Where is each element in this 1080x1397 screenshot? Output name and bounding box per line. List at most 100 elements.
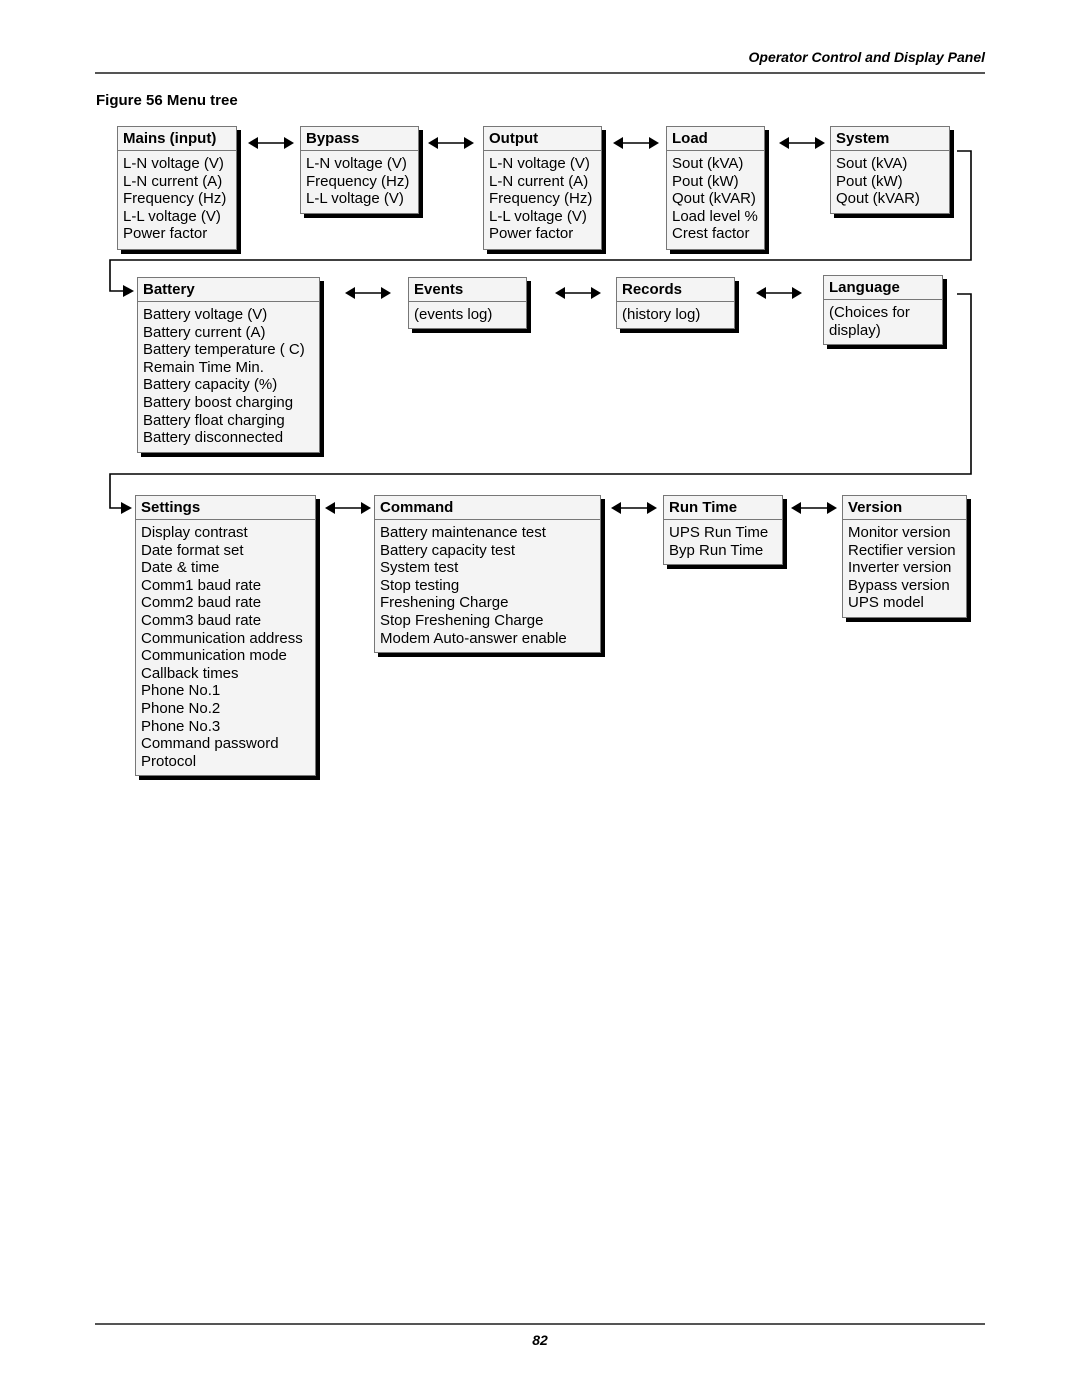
menu-runtime-title: Run Time <box>664 496 782 520</box>
menu-settings[interactable]: Settings Display contrast Date format se… <box>135 495 316 776</box>
figure-title: Figure 56 Menu tree <box>96 92 238 109</box>
menu-item[interactable]: Remain Time Min. <box>143 359 314 377</box>
menu-item[interactable]: Battery voltage (V) <box>143 306 314 324</box>
menu-system-title: System <box>831 127 949 151</box>
menu-command[interactable]: Command Battery maintenance test Battery… <box>374 495 601 653</box>
menu-item[interactable]: (events log) <box>414 306 521 324</box>
menu-bypass-title: Bypass <box>301 127 418 151</box>
menu-item[interactable]: UPS Run Time <box>669 524 777 542</box>
menu-item[interactable]: Battery capacity (%) <box>143 376 314 394</box>
menu-load[interactable]: Load Sout (kVA) Pout (kW) Qout (kVAR) Lo… <box>666 126 765 250</box>
menu-item[interactable]: Battery current (A) <box>143 324 314 342</box>
menu-item[interactable]: Battery maintenance test <box>380 524 595 542</box>
menu-item[interactable]: Qout (kVAR) <box>672 190 759 208</box>
menu-item[interactable]: System test <box>380 559 595 577</box>
menu-item[interactable]: Power factor <box>489 225 596 243</box>
menu-item[interactable]: Phone No.2 <box>141 700 310 718</box>
double-arrow-icon <box>345 287 391 299</box>
menu-item[interactable]: Rectifier version <box>848 542 961 560</box>
menu-item[interactable]: (history log) <box>622 306 729 324</box>
menu-item[interactable]: Pout (kW) <box>672 173 759 191</box>
menu-mains[interactable]: Mains (input) L-N voltage (V) L-N curren… <box>117 126 237 250</box>
menu-item[interactable]: Byp Run Time <box>669 542 777 560</box>
menu-language-title: Language <box>824 276 942 300</box>
menu-item[interactable]: L-N voltage (V) <box>123 155 231 173</box>
menu-item[interactable]: Sout (kVA) <box>672 155 759 173</box>
menu-output[interactable]: Output L-N voltage (V) L-N current (A) F… <box>483 126 602 250</box>
menu-item[interactable]: Battery disconnected <box>143 429 314 447</box>
menu-item[interactable]: Phone No.3 <box>141 718 310 736</box>
menu-system[interactable]: System Sout (kVA) Pout (kW) Qout (kVAR) <box>830 126 950 214</box>
menu-item[interactable]: L-L voltage (V) <box>123 208 231 226</box>
menu-item[interactable]: Protocol <box>141 753 310 771</box>
menu-item[interactable]: Stop Freshening Charge <box>380 612 595 630</box>
menu-item[interactable]: Pout (kW) <box>836 173 944 191</box>
menu-item[interactable]: Inverter version <box>848 559 961 577</box>
menu-item[interactable]: Frequency (Hz) <box>489 190 596 208</box>
menu-item[interactable]: Bypass version <box>848 577 961 595</box>
menu-item[interactable]: Date & time <box>141 559 310 577</box>
menu-version[interactable]: Version Monitor version Rectifier versio… <box>842 495 967 618</box>
menu-item[interactable]: Battery boost charging <box>143 394 314 412</box>
menu-item[interactable]: L-N voltage (V) <box>489 155 596 173</box>
menu-mains-title: Mains (input) <box>118 127 236 151</box>
menu-item[interactable]: Callback times <box>141 665 310 683</box>
menu-item[interactable]: Sout (kVA) <box>836 155 944 173</box>
menu-records-title: Records <box>617 278 734 302</box>
menu-item[interactable]: Battery float charging <box>143 412 314 430</box>
menu-item[interactable]: Battery temperature ( C) <box>143 341 314 359</box>
menu-load-title: Load <box>667 127 764 151</box>
double-arrow-icon <box>325 502 371 514</box>
header-rule <box>95 72 985 74</box>
menu-item[interactable]: Power factor <box>123 225 231 243</box>
menu-command-title: Command <box>375 496 600 520</box>
menu-item[interactable]: Date format set <box>141 542 310 560</box>
menu-item[interactable]: Frequency (Hz) <box>306 173 413 191</box>
menu-events[interactable]: Events (events log) <box>408 277 527 329</box>
menu-item[interactable]: L-N voltage (V) <box>306 155 413 173</box>
connector-arrowhead-settings <box>121 502 132 514</box>
menu-settings-title: Settings <box>136 496 315 520</box>
menu-battery[interactable]: Battery Battery voltage (V) Battery curr… <box>137 277 320 453</box>
menu-item[interactable]: L-N current (A) <box>489 173 596 191</box>
menu-item[interactable]: Phone No.1 <box>141 682 310 700</box>
menu-item[interactable]: Command password <box>141 735 310 753</box>
menu-item[interactable]: UPS model <box>848 594 961 612</box>
double-arrow-icon <box>779 137 825 149</box>
menu-item[interactable]: L-L voltage (V) <box>489 208 596 226</box>
menu-item[interactable]: Display contrast <box>141 524 310 542</box>
double-arrow-icon <box>613 137 659 149</box>
menu-item[interactable]: Communication address <box>141 630 310 648</box>
menu-item[interactable]: Comm3 baud rate <box>141 612 310 630</box>
menu-item[interactable]: L-N current (A) <box>123 173 231 191</box>
connector-arrowhead-battery <box>123 285 134 297</box>
menu-item[interactable]: Frequency (Hz) <box>123 190 231 208</box>
menu-battery-title: Battery <box>138 278 319 302</box>
menu-item[interactable]: Battery capacity test <box>380 542 595 560</box>
menu-events-title: Events <box>409 278 526 302</box>
menu-version-title: Version <box>843 496 966 520</box>
menu-item[interactable]: Stop testing <box>380 577 595 595</box>
double-arrow-icon <box>555 287 601 299</box>
footer-rule <box>95 1323 985 1325</box>
menu-item[interactable]: L-L voltage (V) <box>306 190 413 208</box>
double-arrow-icon <box>756 287 802 299</box>
menu-language[interactable]: Language (Choices for display) <box>823 275 943 345</box>
double-arrow-icon <box>428 137 474 149</box>
menu-item[interactable]: Comm1 baud rate <box>141 577 310 595</box>
menu-item[interactable]: Load level % <box>672 208 759 226</box>
menu-item[interactable]: Comm2 baud rate <box>141 594 310 612</box>
menu-runtime[interactable]: Run Time UPS Run Time Byp Run Time <box>663 495 783 565</box>
menu-item[interactable]: Crest factor <box>672 225 759 243</box>
double-arrow-icon <box>791 502 837 514</box>
menu-item[interactable]: Monitor version <box>848 524 961 542</box>
menu-item[interactable]: Modem Auto-answer enable <box>380 630 595 648</box>
menu-item[interactable]: (Choices for display) <box>829 304 937 339</box>
double-arrow-icon <box>611 502 657 514</box>
menu-item[interactable]: Freshening Charge <box>380 594 595 612</box>
double-arrow-icon <box>248 137 294 149</box>
menu-item[interactable]: Communication mode <box>141 647 310 665</box>
menu-bypass[interactable]: Bypass L-N voltage (V) Frequency (Hz) L-… <box>300 126 419 214</box>
menu-records[interactable]: Records (history log) <box>616 277 735 329</box>
menu-item[interactable]: Qout (kVAR) <box>836 190 944 208</box>
